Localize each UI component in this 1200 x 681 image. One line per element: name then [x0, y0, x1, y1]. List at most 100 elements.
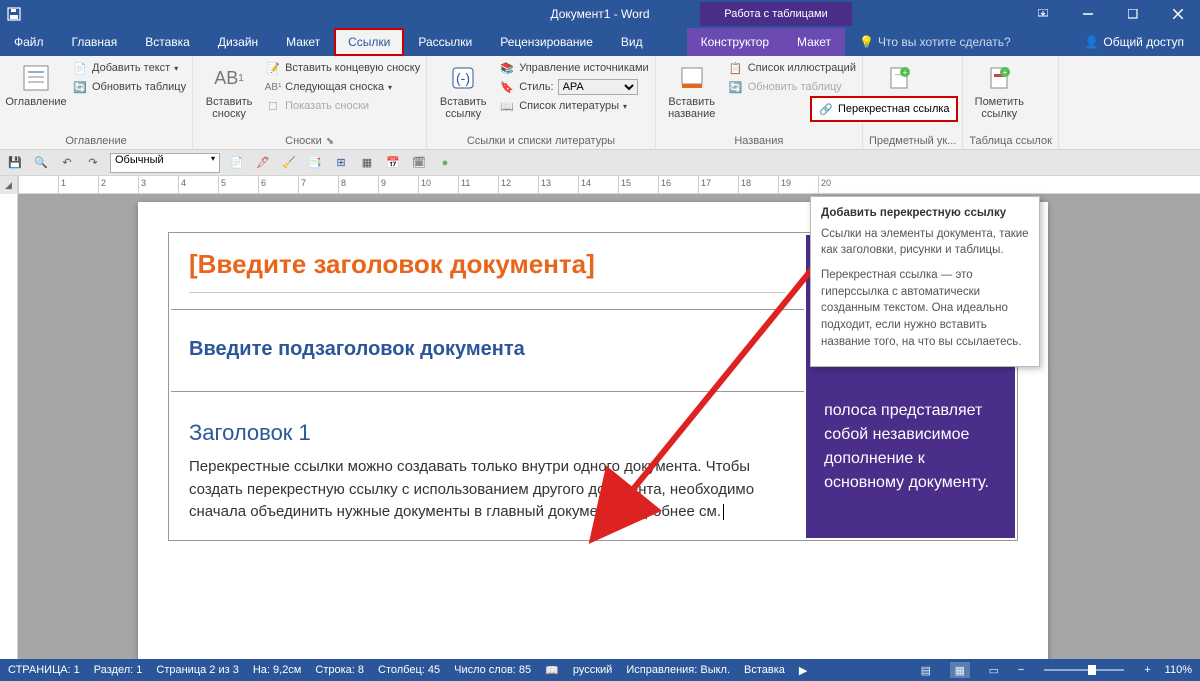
status-page[interactable]: СТРАНИЦА: 1 [8, 664, 80, 676]
tab-view[interactable]: Вид [607, 28, 657, 56]
group-label-index: Предметный ук... [869, 135, 956, 149]
zoom-out-button[interactable]: − [1018, 664, 1024, 676]
table-of-figures-button[interactable]: 📋Список иллюстраций [728, 60, 856, 76]
redo-icon[interactable]: ↷ [84, 154, 102, 172]
cross-reference-button[interactable]: 🔗 Перекрестная ссылка [810, 96, 958, 122]
tab-mailings[interactable]: Рассылки [404, 28, 486, 56]
group-label-toc: Оглавление [6, 135, 186, 149]
footnotes-dialog-launcher[interactable]: ⬊ [326, 136, 334, 147]
show-footnotes-button: ☐Показать сноски [265, 98, 420, 114]
update-figures-button: 🔄Обновить таблицу [728, 79, 856, 95]
status-spellcheck-icon[interactable]: 📖 [545, 664, 559, 677]
cross-reference-icon: 🔗 [818, 101, 834, 117]
close-button[interactable] [1155, 0, 1200, 28]
table-tools-context: Работа с таблицами [700, 2, 852, 26]
ribbon: Оглавление 📄Добавить текст ▾ 🔄Обновить т… [0, 56, 1200, 150]
toc-button[interactable]: Оглавление [6, 60, 66, 110]
cross-reference-tooltip: Добавить перекрестную ссылку Ссылки на э… [810, 196, 1040, 367]
qat-icon-7[interactable]: 📅 [384, 154, 402, 172]
tell-me[interactable]: 💡Что вы хотите сделать? [845, 28, 1025, 56]
share-button[interactable]: 👤Общий доступ [1070, 28, 1200, 56]
doc-title[interactable]: [Введите заголовок документа] [189, 249, 786, 293]
tab-table-layout[interactable]: Макет [783, 28, 845, 56]
group-footnotes: AB1 Вставить сноску 📝Вставить концевую с… [193, 56, 427, 149]
insert-caption-button[interactable]: Вставить название [662, 60, 722, 122]
group-toc: Оглавление 📄Добавить текст ▾ 🔄Обновить т… [0, 56, 193, 149]
ruler-corner[interactable]: ◢ [0, 176, 18, 194]
status-line[interactable]: Строка: 8 [315, 664, 364, 676]
text-cursor [723, 504, 724, 520]
status-position[interactable]: На: 9,2см [253, 664, 302, 676]
tab-design[interactable]: Дизайн [204, 28, 272, 56]
status-macro-icon[interactable]: ▶ [799, 664, 807, 677]
maximize-button[interactable] [1110, 0, 1155, 28]
tooltip-title: Добавить перекрестную ссылку [821, 205, 1029, 222]
zoom-level[interactable]: 110% [1165, 664, 1192, 676]
svg-text:+: + [1003, 68, 1008, 77]
view-print-icon[interactable]: ▦ [950, 662, 970, 678]
update-toc-button[interactable]: 🔄Обновить таблицу [72, 79, 186, 95]
window-title: Документ1 - Word [550, 7, 649, 21]
group-citations: (-) Вставить ссылку 📚Управление источник… [427, 56, 655, 149]
quick-toolbar: 💾 🔍 ↶ ↷ Обычный ▾ 📄 🖊 🧹 📑 ⊞ ▦ 📅 🗓 ● [0, 150, 1200, 176]
tab-constructor[interactable]: Конструктор [687, 28, 783, 56]
view-web-icon[interactable]: ▭ [984, 662, 1004, 678]
status-section[interactable]: Раздел: 1 [94, 664, 143, 676]
qat-icon-8[interactable]: 🗓 [410, 154, 428, 172]
zoom-slider[interactable] [1044, 669, 1124, 671]
undo-icon[interactable]: ↶ [58, 154, 76, 172]
status-words[interactable]: Число слов: 85 [454, 664, 531, 676]
insert-endnote-button[interactable]: 📝Вставить концевую сноску [265, 60, 420, 76]
qat-icon-6[interactable]: ▦ [358, 154, 376, 172]
group-label-toa: Таблица ссылок [969, 135, 1052, 149]
insert-citation-button[interactable]: (-) Вставить ссылку [433, 60, 493, 122]
bibliography-button[interactable]: 📖Список литературы ▾ [499, 98, 648, 114]
doc-subtitle[interactable]: Введите подзаголовок документа [189, 324, 786, 375]
qat-icon-2[interactable]: 🖊 [254, 154, 272, 172]
tab-review[interactable]: Рецензирование [486, 28, 607, 56]
group-label-footnotes: Сноски⬊ [199, 135, 420, 149]
manage-sources-button[interactable]: 📚Управление источниками [499, 60, 648, 76]
tab-file[interactable]: Файл [0, 28, 58, 56]
status-language[interactable]: русский [573, 664, 612, 676]
qat-icon-9[interactable]: ● [436, 154, 454, 172]
qat-icon-3[interactable]: 🧹 [280, 154, 298, 172]
status-column[interactable]: Столбец: 45 [378, 664, 440, 676]
svg-text:(-): (-) [456, 70, 470, 86]
vertical-ruler[interactable] [0, 194, 18, 659]
ribbon-options-icon[interactable] [1020, 0, 1065, 28]
view-read-icon[interactable]: ▤ [916, 662, 936, 678]
status-bar: СТРАНИЦА: 1 Раздел: 1 Страница 2 из 3 На… [0, 659, 1200, 681]
group-label-captions: Названия [662, 135, 856, 149]
svg-text:+: + [903, 68, 908, 77]
tab-home[interactable]: Главная [58, 28, 132, 56]
horizontal-ruler[interactable]: ◢ 1234567891011121314151617181920 [0, 176, 1200, 194]
zoom-in-button[interactable]: + [1144, 664, 1150, 676]
tooltip-p1: Ссылки на элементы документа, такие как … [821, 226, 1029, 259]
tab-references[interactable]: Ссылки [334, 28, 404, 56]
group-toa: + Пометить ссылку Таблица ссылок [963, 56, 1059, 149]
tooltip-p2: Перекрестная ссылка — это гиперссылка с … [821, 267, 1029, 350]
citation-style-select[interactable]: 🔖Стиль: APA [499, 79, 648, 95]
style-selector[interactable]: Обычный ▾ [110, 153, 220, 173]
status-insert[interactable]: Вставка [744, 664, 785, 676]
qat-icon-1[interactable]: 📄 [228, 154, 246, 172]
insert-footnote-button[interactable]: AB1 Вставить сноску [199, 60, 259, 122]
qat-icon-5[interactable]: ⊞ [332, 154, 350, 172]
doc-heading1[interactable]: Заголовок 1 [189, 406, 786, 456]
mark-citation-button[interactable]: + Пометить ссылку [969, 60, 1029, 122]
next-footnote-button[interactable]: AB¹Следующая сноска ▾ [265, 79, 420, 95]
status-page-of[interactable]: Страница 2 из 3 [156, 664, 238, 676]
title-bar: Документ1 - Word Работа с таблицами [0, 0, 1200, 28]
group-label-citations: Ссылки и списки литературы [433, 135, 648, 149]
print-preview-icon[interactable]: 🔍 [32, 154, 50, 172]
save-qat-icon[interactable]: 💾 [6, 154, 24, 172]
tab-layout[interactable]: Макет [272, 28, 334, 56]
minimize-button[interactable] [1065, 0, 1110, 28]
qat-icon-4[interactable]: 📑 [306, 154, 324, 172]
doc-body[interactable]: Перекрестные ссылки можно создавать толь… [189, 456, 786, 524]
save-icon[interactable] [0, 7, 28, 21]
tab-insert[interactable]: Вставка [131, 28, 204, 56]
add-text-button[interactable]: 📄Добавить текст ▾ [72, 60, 186, 76]
status-track[interactable]: Исправления: Выкл. [626, 664, 730, 676]
